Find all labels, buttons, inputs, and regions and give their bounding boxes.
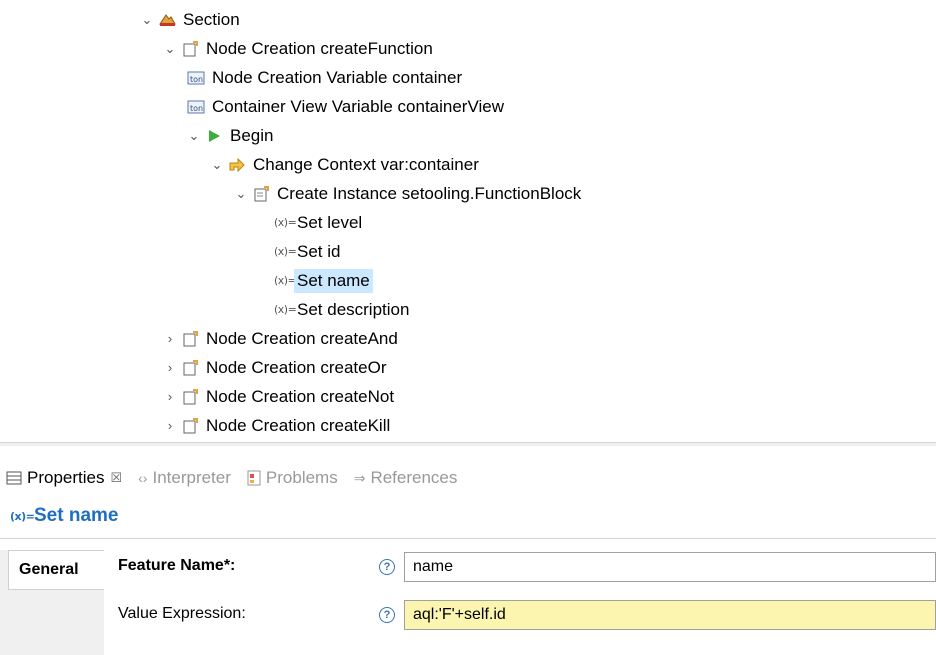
node-creation-icon [181, 40, 199, 58]
variable-icon: ton [187, 98, 205, 116]
properties-icon [6, 471, 22, 485]
expand-toggle[interactable]: ⌄ [140, 12, 154, 28]
expand-toggle[interactable]: ⌄ [163, 41, 177, 57]
begin-play-icon [205, 127, 223, 145]
tree-item-label: Section [183, 9, 240, 29]
tree-item-create-instance[interactable]: ⌄ Create Instance setooling.FunctionBloc… [234, 179, 584, 208]
collapse-toggle[interactable]: › [163, 389, 177, 404]
tree-item-label: Set id [297, 241, 341, 261]
variable-icon: ton [187, 69, 205, 87]
set-value-icon: (x)= [274, 245, 297, 258]
tree-item-node-creation[interactable]: ⌄ Node Creation createFunction [163, 34, 436, 63]
tree-item-set-value[interactable]: (x)= Set description [274, 295, 412, 324]
tree-item-label: Node Creation Variable container [212, 67, 463, 87]
tree-item-label: Node Creation createOr [206, 357, 387, 377]
tree-item-change-context[interactable]: ⌄ Change Context var:container [210, 150, 482, 179]
tree-item-section[interactable]: ⌄ Section [140, 5, 243, 34]
value-expression-label: Value Expression: [118, 605, 246, 622]
set-value-icon: (x)= [10, 509, 35, 523]
tab-properties[interactable]: Properties ☒ [6, 468, 122, 488]
problems-icon [247, 470, 261, 486]
tree-item-label: Node Creation createKill [206, 415, 391, 435]
change-context-icon [228, 156, 246, 174]
feature-name-field[interactable]: name [404, 552, 936, 582]
tree-item-label: Node Creation createFunction [206, 38, 433, 58]
tree-item-label: Begin [230, 125, 274, 145]
collapse-toggle[interactable]: › [163, 331, 177, 346]
tab-label: References [370, 468, 458, 487]
collapse-toggle[interactable]: › [163, 418, 177, 433]
tab-problems[interactable]: Problems [247, 468, 338, 488]
section-icon [158, 11, 176, 29]
feature-name-label: Feature Name*: [118, 557, 236, 574]
set-value-icon: (x)= [274, 216, 297, 229]
help-icon[interactable]: ? [379, 607, 395, 623]
tree-item-label: Set name [294, 268, 373, 293]
node-creation-icon [181, 330, 199, 348]
interpreter-icon: ‹› [138, 470, 148, 486]
section-tab-general[interactable]: General [8, 550, 104, 590]
tree-item-node-creation[interactable]: › Node Creation createNot [163, 382, 397, 411]
close-icon[interactable]: ☒ [110, 470, 122, 486]
tree-item-label: Set description [297, 299, 410, 319]
tree-item-label: Container View Variable containerView [212, 96, 505, 116]
tree-item-begin[interactable]: ⌄ Begin [187, 121, 276, 150]
svg-text:ton: ton [190, 104, 203, 113]
svg-text:ton: ton [190, 75, 203, 84]
tree-item-set-value[interactable]: (x)= Set id [274, 237, 343, 266]
tree-item-label: Set level [297, 212, 363, 232]
value-expression-field[interactable]: aql:'F'+self.id [404, 600, 936, 630]
set-value-icon: (x)= [274, 274, 297, 287]
expand-toggle[interactable]: ⌄ [187, 128, 201, 144]
tree-item-label: Node Creation createNot [206, 386, 395, 406]
create-instance-icon [252, 185, 270, 203]
tree-item-label: Node Creation createAnd [206, 328, 398, 348]
tab-label: Properties [27, 468, 105, 487]
set-value-icon: (x)= [274, 303, 297, 316]
tree-item-node-creation[interactable]: › Node Creation createAnd [163, 324, 401, 353]
tab-interpreter[interactable]: ‹› Interpreter [138, 468, 231, 488]
collapse-toggle[interactable]: › [163, 360, 177, 375]
node-creation-icon [181, 388, 199, 406]
tab-references[interactable]: ⇒ References [354, 468, 458, 488]
tree-item-node-creation[interactable]: › Node Creation createKill [163, 411, 393, 440]
node-creation-icon [181, 417, 199, 435]
tree-item-label: Change Context var:container [253, 154, 479, 174]
tree-item-set-value[interactable]: (x)= Set level [274, 208, 365, 237]
tree-item-variable[interactable]: ton Container View Variable containerVie… [187, 92, 507, 121]
properties-title: (x)= Set name [10, 505, 118, 527]
outline-tree: ⌄ Section ⌄ Node Creation createFunction… [0, 0, 936, 446]
references-icon: ⇒ [353, 469, 366, 486]
tree-item-node-creation[interactable]: › Node Creation createOr [163, 353, 389, 382]
tab-label: Problems [265, 468, 338, 487]
node-creation-icon [181, 359, 199, 377]
tab-label: Interpreter [152, 468, 231, 487]
tree-item-set-value-selected[interactable]: (x)= Set name [274, 266, 373, 295]
view-tab-bar: Properties ☒ ‹› Interpreter Problems ⇒ R… [0, 460, 936, 496]
expand-toggle[interactable]: ⌄ [210, 157, 224, 173]
divider [0, 538, 936, 539]
tree-item-variable[interactable]: ton Node Creation Variable container [187, 63, 465, 92]
tree-bottom-edge [0, 442, 936, 446]
tree-item-label: Create Instance setooling.FunctionBlock [277, 183, 582, 203]
help-icon[interactable]: ? [379, 559, 395, 575]
properties-title-text: Set name [34, 505, 119, 526]
expand-toggle[interactable]: ⌄ [234, 186, 248, 202]
